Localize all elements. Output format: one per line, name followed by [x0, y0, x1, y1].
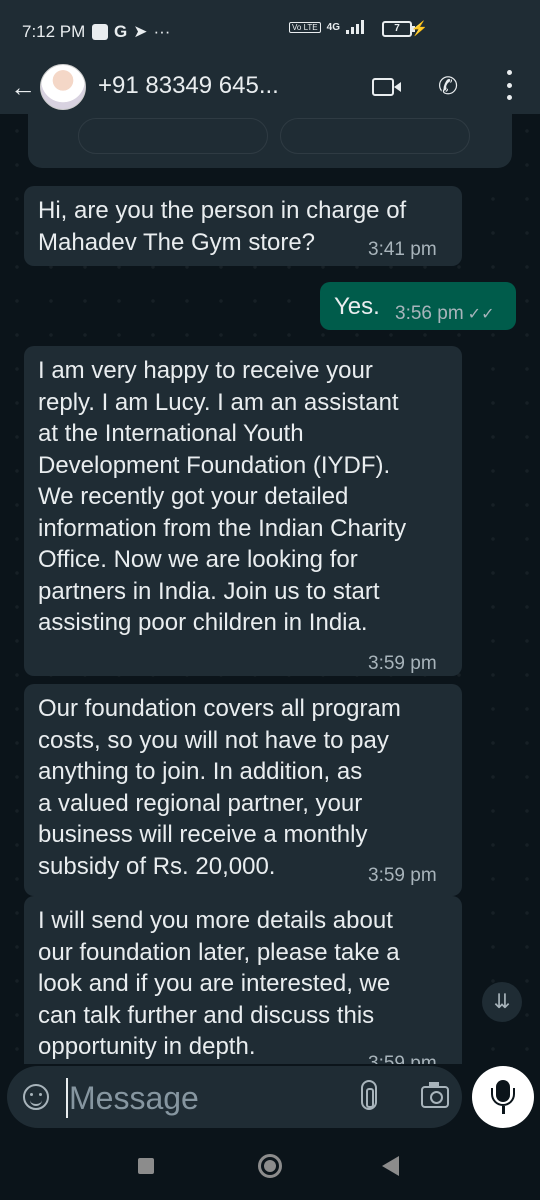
home-icon[interactable]: [258, 1154, 282, 1178]
more-vert-icon[interactable]: [502, 70, 516, 100]
message-input[interactable]: [69, 1078, 339, 1118]
message-text: Yes.: [334, 293, 380, 320]
google-icon: G: [114, 22, 128, 41]
charging-icon: ⚡: [410, 20, 428, 36]
emoji-icon[interactable]: [23, 1084, 49, 1110]
message-bubble-incoming[interactable]: I will send you more details about our f…: [24, 896, 462, 1064]
message-text: I will send you more details about our f…: [38, 907, 400, 1060]
status-bar: 7:12 PM G ➤ ··· Vo LTE 4G 7 ⚡: [0, 0, 540, 62]
system-nav-bar: [0, 1136, 540, 1200]
text-cursor: [66, 1078, 68, 1118]
status-time: 7:12 PM: [22, 22, 86, 41]
volte-icon: Vo LTE: [289, 21, 321, 33]
battery-icon: 7: [382, 21, 415, 37]
camera-icon[interactable]: [421, 1082, 449, 1108]
message-time: 3:59 pm: [368, 865, 437, 886]
avatar[interactable]: [40, 64, 86, 110]
read-ticks-icon: ✓✓: [467, 306, 495, 323]
paperclip-icon[interactable]: [361, 1080, 377, 1110]
block-add-card: [28, 114, 512, 168]
phone-icon[interactable]: ✆: [438, 72, 458, 101]
network-type: 4G: [326, 21, 340, 33]
message-bubble-outgoing[interactable]: Yes. 3:56 pm ✓✓: [320, 282, 516, 330]
arrow-left-icon[interactable]: ←: [10, 72, 36, 103]
message-list[interactable]: Hi, are you the person in charge of Maha…: [0, 114, 540, 1064]
chat-header: ← +91 83349 645... ✆: [0, 62, 540, 114]
app-notification-icon: [92, 24, 108, 40]
signal-icon: [346, 20, 364, 34]
message-bubble-incoming[interactable]: Hi, are you the person in charge of Maha…: [24, 186, 462, 266]
more-notifications-icon: ···: [153, 22, 171, 41]
block-button[interactable]: [78, 118, 268, 154]
message-time: 3:41 pm: [368, 239, 437, 260]
message-text: Our foundation covers all program costs,…: [38, 695, 401, 880]
contact-name[interactable]: +91 83349 645...: [98, 72, 279, 100]
mic-icon: [491, 1080, 515, 1106]
message-composer: [7, 1066, 462, 1128]
message-time: 3:59 pm: [368, 653, 437, 674]
video-call-icon[interactable]: [372, 78, 401, 96]
message-bubble-incoming[interactable]: Our foundation covers all program costs,…: [24, 684, 462, 896]
recents-icon[interactable]: [138, 1158, 154, 1174]
message-time: 3:59 pm: [368, 1053, 437, 1064]
message-time: 3:56 pm ✓✓: [395, 303, 495, 324]
voice-record-button[interactable]: [472, 1066, 534, 1128]
message-text: I am very happy to receive your reply. I…: [38, 357, 407, 636]
notification-icons: G ➤ ···: [92, 22, 170, 42]
send-notification-icon: ➤: [133, 22, 148, 41]
double-chevron-down-icon[interactable]: ⇊: [482, 982, 522, 1022]
network-indicators: Vo LTE 4G: [289, 20, 364, 34]
message-bubble-incoming[interactable]: I am very happy to receive your reply. I…: [24, 346, 462, 676]
add-button[interactable]: [280, 118, 470, 154]
back-triangle-icon[interactable]: [382, 1156, 399, 1176]
